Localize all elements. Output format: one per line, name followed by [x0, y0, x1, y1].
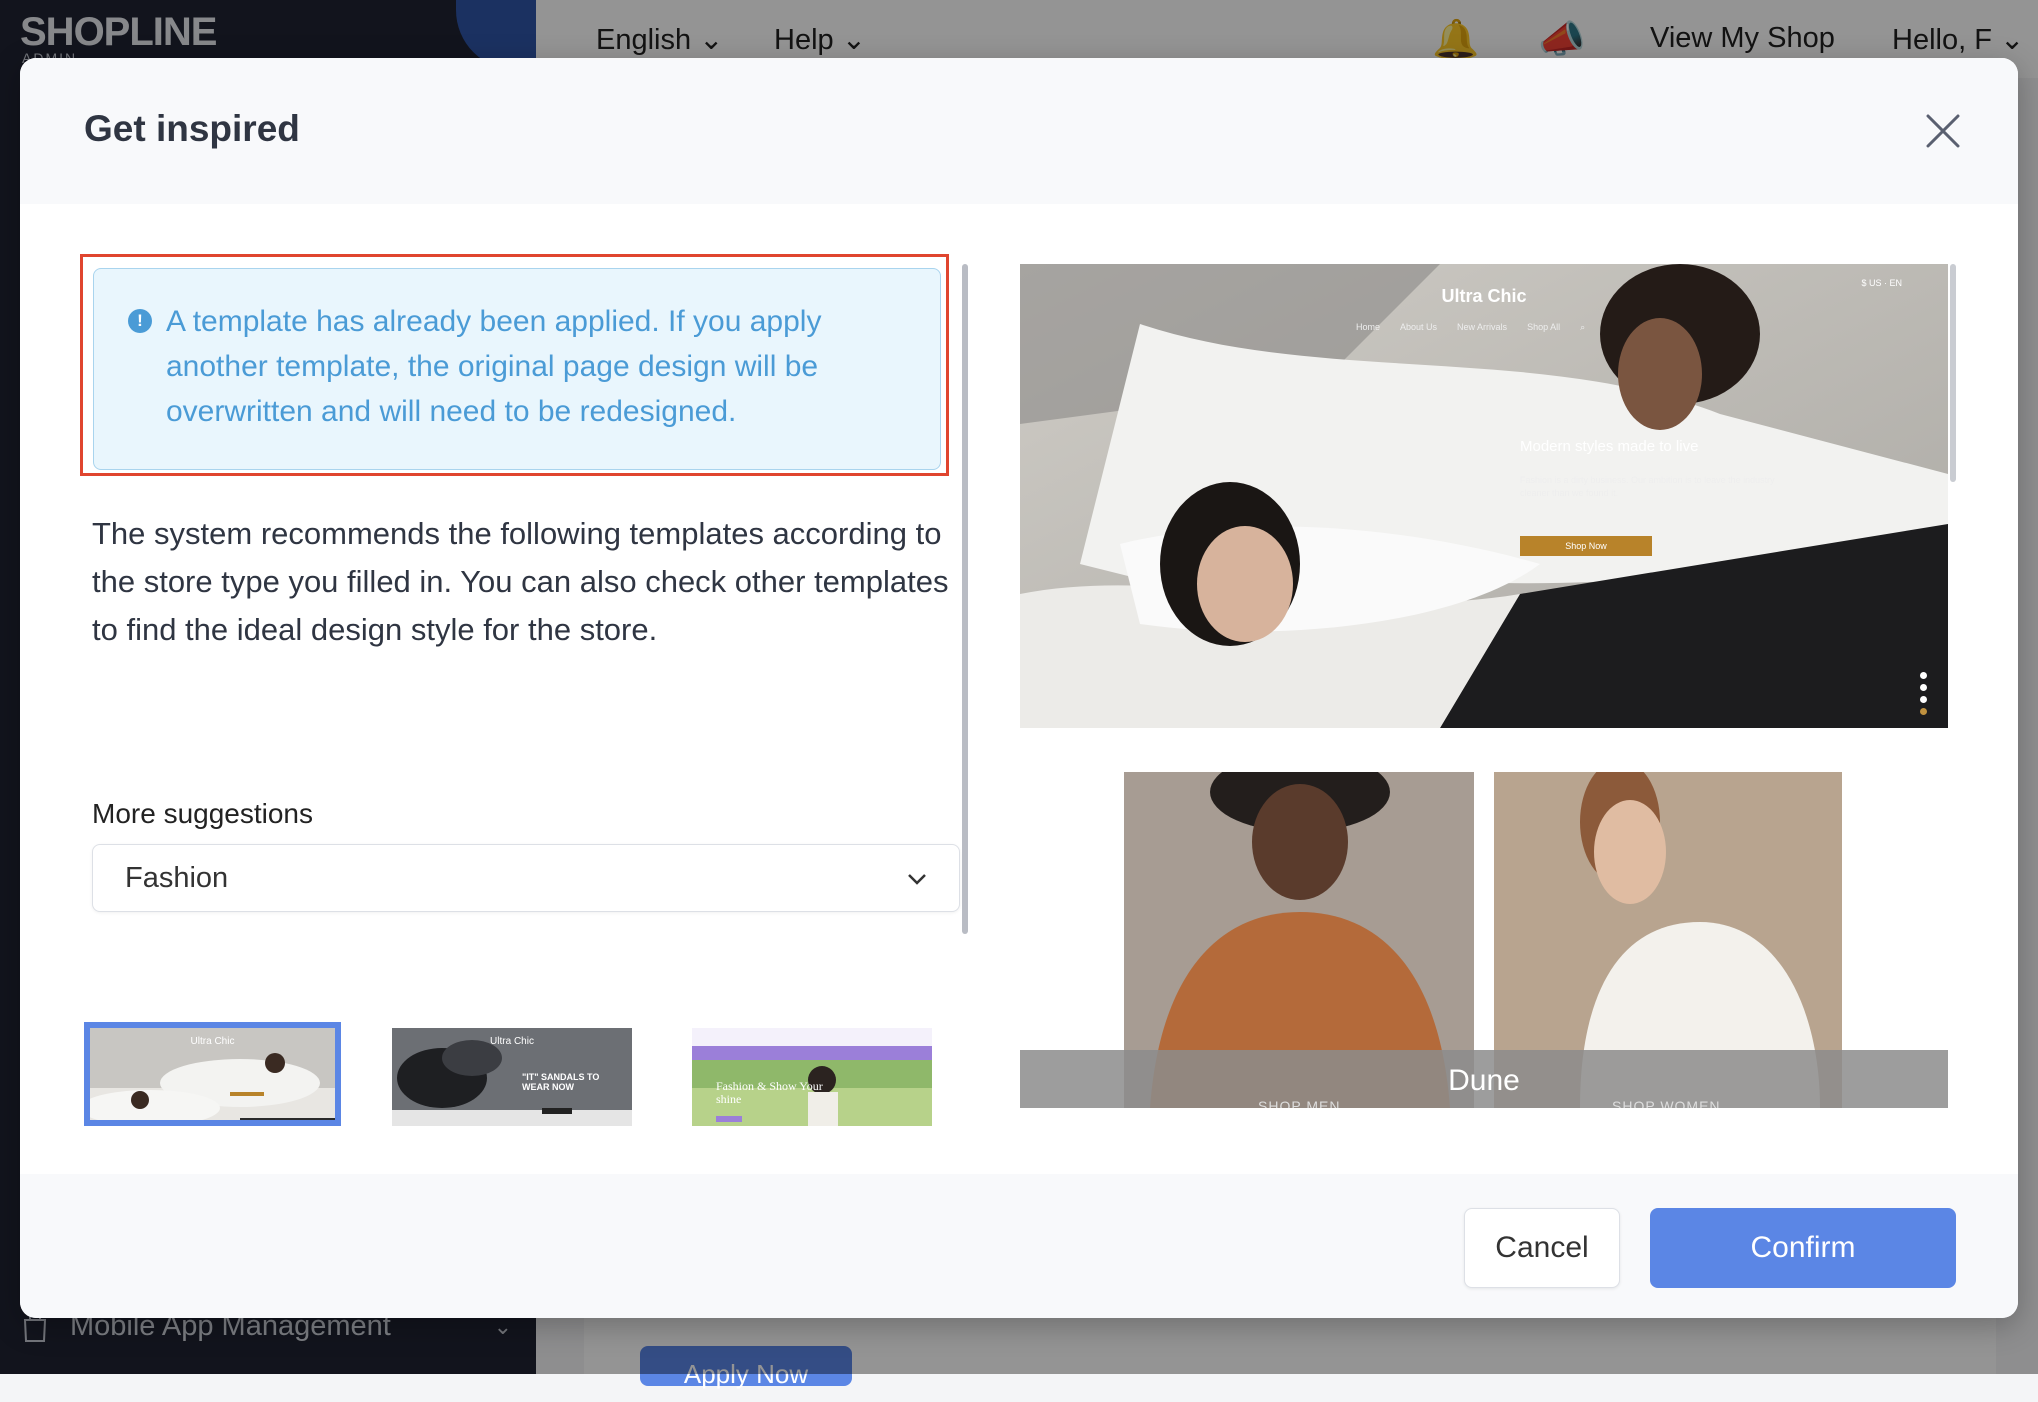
preview-site-title: Ultra Chic: [1441, 286, 1527, 306]
dune-shop-men: SHOP MEN: [1258, 1098, 1341, 1108]
thumbnail-title: Ultra Chic: [490, 1036, 534, 1047]
preview-scrollbar[interactable]: [1950, 264, 1956, 482]
chevron-down-icon: [908, 874, 926, 885]
carousel-dot: [1920, 672, 1927, 679]
confirm-button[interactable]: Confirm: [1650, 1208, 1956, 1288]
carousel-dots: [1920, 672, 1928, 715]
carousel-dot: [1920, 696, 1927, 703]
notice-text: A template has already been applied. If …: [166, 305, 822, 428]
modal-header: Get inspired: [20, 58, 2018, 204]
preview-headline: Modern styles made to live: [1520, 438, 1699, 455]
preview-nav-item: About Us: [1400, 322, 1438, 332]
scrollbar[interactable]: [962, 264, 968, 934]
preview-nav-item: New Arrivals: [1457, 322, 1508, 332]
dune-caption: Dune SHOP MEN SHOP WOMEN: [1020, 1050, 1948, 1108]
preview-topright: $ US · EN: [1861, 278, 1902, 288]
thumbnail-headline: "IT" SANDALS TO WEAR NOW: [522, 1072, 600, 1092]
category-select-value: Fashion: [125, 862, 229, 894]
template-thumbnail-1[interactable]: Ultra Chic: [84, 1022, 341, 1126]
carousel-dot-active: [1920, 708, 1927, 715]
preview-nav: Home About Us New Arrivals Shop All ⌕: [1356, 322, 1585, 333]
thumbnail-title: Ultra Chic: [190, 1036, 235, 1047]
preview-body: Fashion is a dirty business. Our ambitio…: [1520, 475, 1775, 498]
category-select[interactable]: Fashion: [92, 844, 960, 912]
template-applied-notice: ! A template has already been applied. I…: [93, 268, 941, 470]
thumbnail-image: [692, 1028, 932, 1126]
preview-nav-item: Home: [1356, 322, 1381, 332]
get-inspired-modal: Get inspired ! A template has already be…: [20, 58, 2018, 1318]
modal-title: Get inspired: [84, 108, 300, 149]
preview-nav-item: Shop All: [1527, 322, 1561, 332]
close-icon[interactable]: [1922, 110, 1964, 152]
left-column: ! A template has already been applied. I…: [20, 204, 1000, 1174]
template-thumbnail-2[interactable]: Ultra Chic "IT" SANDALS TO WEAR NOW: [392, 1028, 632, 1126]
thumbnail-headline: Fashion & Show Your shine: [716, 1079, 823, 1106]
more-suggestions-label: More suggestions: [92, 798, 314, 829]
cancel-button[interactable]: Cancel: [1464, 1208, 1620, 1288]
dune-preview: Dune SHOP MEN SHOP WOMEN: [1020, 772, 1948, 1108]
recommendation-text: The system recommends the following temp…: [92, 516, 949, 647]
preview-shop-now-button: Shop Now: [1520, 536, 1652, 556]
template-preview: Ultra Chic Home About Us New Arrivals Sh…: [1020, 264, 1948, 728]
modal-footer: Cancel Confirm: [20, 1174, 2018, 1318]
preview-image: [1020, 264, 1948, 728]
search-icon: ⌕: [1580, 322, 1586, 332]
template-thumbnail-3[interactable]: Fashion & Show Your shine: [692, 1028, 932, 1126]
dune-template-name: Dune: [1448, 1064, 1520, 1097]
carousel-dot: [1920, 684, 1927, 691]
right-column: Ultra Chic Home About Us New Arrivals Sh…: [1020, 204, 2018, 1174]
info-icon: !: [128, 309, 152, 333]
dune-shop-women: SHOP WOMEN: [1612, 1098, 1721, 1108]
